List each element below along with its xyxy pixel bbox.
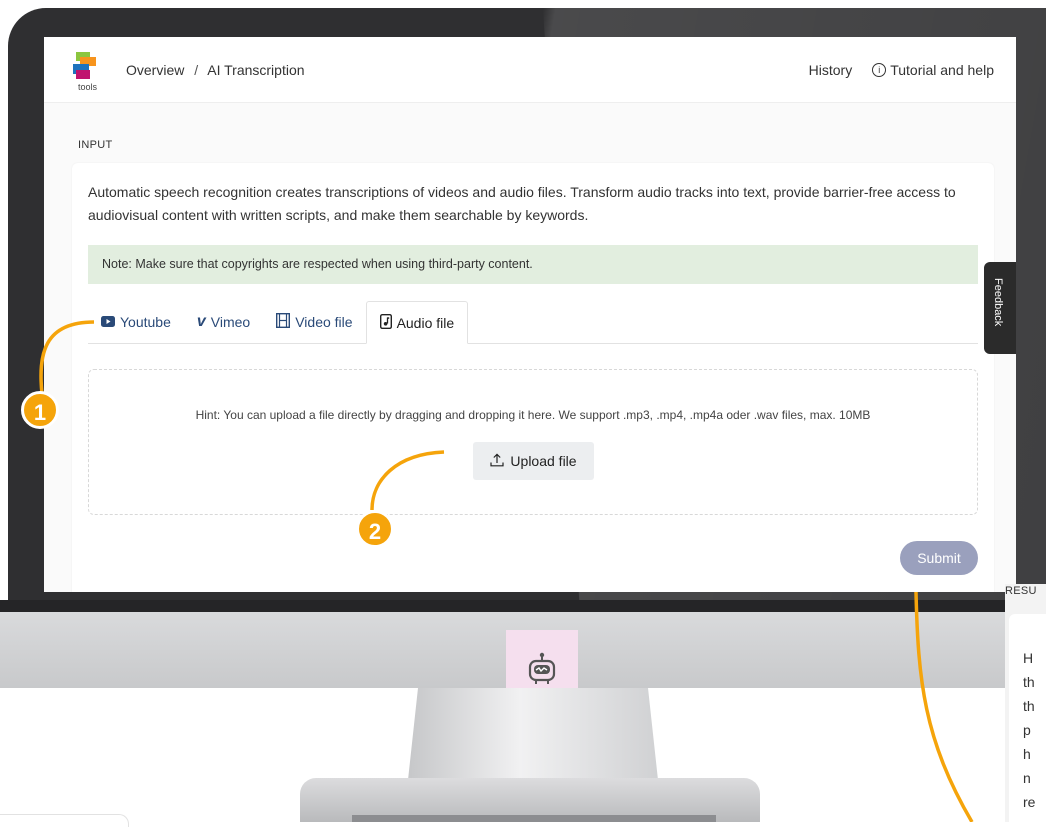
history-link[interactable]: History [809,62,853,78]
top-navigation-bar: tools Overview / AI Transcription Histor… [44,37,1016,103]
film-icon [276,312,291,331]
tab-audio-file[interactable]: Audio file [365,301,469,344]
tutorial-help-link[interactable]: i Tutorial and help [872,62,994,78]
monitor-stand-foot [352,815,716,822]
top-right-links: History i Tutorial and help [809,62,994,78]
source-tabs: Youtube v Vimeo Video file Audio file [88,301,978,344]
tab-youtube[interactable]: Youtube [88,301,184,343]
results-section-label: RESU [1005,585,1037,597]
breadcrumb-separator: / [194,61,199,78]
callout-marker-1: 1 [21,391,59,429]
logo-text: tools [78,81,98,92]
results-line: re [1023,794,1036,810]
monitor-stand-neck [408,688,658,780]
results-text: H th th p h n re [1023,646,1046,814]
results-line: p [1023,722,1031,738]
tab-video-file[interactable]: Video file [263,301,365,343]
upload-icon [490,452,505,470]
upload-hint: Hint: You can upload a file directly by … [195,408,871,422]
tab-label: Audio file [396,314,455,331]
breadcrumb: Overview / AI Transcription [126,62,305,78]
upload-file-button[interactable]: Upload file [473,442,594,480]
results-line: th [1023,698,1035,714]
breadcrumb-overview[interactable]: Overview [126,62,184,78]
app-screen: tools Overview / AI Transcription Histor… [44,37,1016,592]
tab-label: Youtube [120,314,171,330]
file-dropzone[interactable]: Hint: You can upload a file directly by … [88,369,978,515]
submit-button[interactable]: Submit [900,541,978,575]
info-icon: i [872,62,887,77]
upload-file-label: Upload file [510,453,577,469]
results-line: H [1023,650,1034,666]
input-card: Automatic speech recognition creates tra… [72,163,994,592]
tab-label: Video file [295,314,353,330]
feedback-label: Feedback [992,278,1004,327]
input-section-label: INPUT [78,139,113,151]
tutorial-help-label: Tutorial and help [890,61,994,78]
results-line: h [1023,746,1031,762]
tab-label: Vimeo [210,314,251,330]
vimeo-icon: v [196,313,206,330]
youtube-icon [101,315,115,330]
copyright-note: Note: Make sure that copyrights are resp… [88,245,978,284]
results-line: n [1023,770,1031,786]
background-panel [0,814,129,827]
input-description: Automatic speech recognition creates tra… [88,184,956,223]
results-line: th [1023,674,1035,690]
callout-marker-2: 2 [356,510,394,548]
feedback-tab[interactable]: Feedback [984,262,1016,354]
breadcrumb-current: AI Transcription [207,61,305,78]
tools-logo[interactable]: tools [70,45,100,95]
music-file-icon [379,313,392,332]
tab-vimeo[interactable]: v Vimeo [184,301,263,343]
